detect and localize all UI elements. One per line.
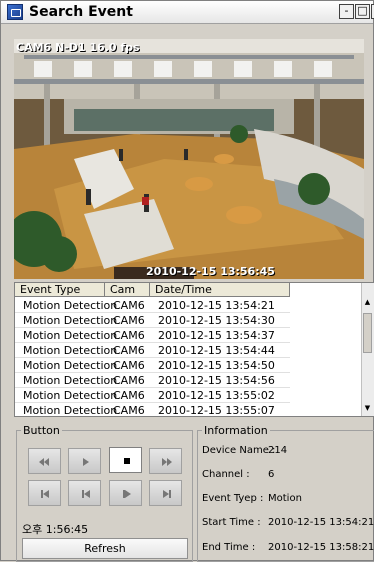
cell-cam: CAM6 <box>105 298 150 313</box>
fast-forward-button[interactable] <box>149 448 182 474</box>
window-title: Search Event <box>29 4 133 20</box>
fast-forward-icon <box>162 458 172 466</box>
table-row[interactable]: Motion Detection CAM6 2010-12-15 13:55:0… <box>15 388 290 403</box>
event-list-scrollbar[interactable]: ▲ ▼ <box>361 283 374 416</box>
step-back-button[interactable] <box>68 480 101 506</box>
end-time-label: End Time : <box>202 542 256 553</box>
scroll-thumb[interactable] <box>363 313 372 353</box>
cell-event-type: Motion Detection <box>15 328 117 343</box>
play-icon <box>83 458 89 466</box>
cell-date-time: 2010-12-15 13:55:07 <box>150 403 290 416</box>
event-type-value: Motion <box>268 493 302 504</box>
cell-event-type: Motion Detection <box>15 403 117 416</box>
cell-cam: CAM6 <box>105 313 150 328</box>
step-forward-button[interactable] <box>109 480 142 506</box>
video-feed[interactable]: CAM6 N-D1 16.0 fps 2010-12-15 13:56:45 <box>14 39 364 279</box>
play-button[interactable] <box>68 448 101 474</box>
go-to-end-button[interactable] <box>149 480 182 506</box>
column-header-cam[interactable]: Cam <box>105 283 150 297</box>
maximize-button[interactable]: □ <box>355 4 370 19</box>
cell-event-type: Motion Detection <box>15 373 117 388</box>
stop-button[interactable] <box>109 447 142 473</box>
cell-cam: CAM6 <box>105 328 150 343</box>
cell-cam: CAM6 <box>105 388 150 403</box>
event-list-header: Event Type Cam Date/Time <box>15 283 290 297</box>
cell-date-time: 2010-12-15 13:54:56 <box>150 373 290 388</box>
search-event-window: Search Event - □ CAM6 N-D1 16.0 fps 2010… <box>0 0 374 562</box>
table-row[interactable]: Motion Detection CAM6 2010-12-15 13:55:0… <box>15 403 290 416</box>
event-list[interactable]: Event Type Cam Date/Time Motion Detectio… <box>14 282 374 417</box>
go-to-start-icon <box>41 490 49 498</box>
app-icon <box>7 4 23 20</box>
video-timestamp: 2010-12-15 13:56:45 <box>146 265 275 278</box>
device-name-label: Device Name : <box>202 445 276 456</box>
cell-cam: CAM6 <box>105 373 150 388</box>
scroll-up-icon[interactable]: ▲ <box>362 297 373 308</box>
channel-value: 6 <box>268 469 275 480</box>
table-row[interactable]: Motion Detection CAM6 2010-12-15 13:54:4… <box>15 343 290 358</box>
cell-cam: CAM6 <box>105 403 150 416</box>
table-row[interactable]: Motion Detection CAM6 2010-12-15 13:54:2… <box>15 298 290 313</box>
cell-event-type: Motion Detection <box>15 343 117 358</box>
cell-date-time: 2010-12-15 13:54:50 <box>150 358 290 373</box>
refresh-button[interactable]: Refresh <box>22 538 188 559</box>
column-header-event-type[interactable]: Event Type <box>15 283 105 297</box>
event-type-label: Event Tyep : <box>202 493 264 504</box>
title-bar[interactable]: Search Event - □ <box>1 1 374 24</box>
clock-readout: 오후 1:56:45 <box>22 523 89 536</box>
cell-event-type: Motion Detection <box>15 298 117 313</box>
minimize-button[interactable]: - <box>339 4 354 19</box>
table-row[interactable]: Motion Detection CAM6 2010-12-15 13:54:5… <box>15 373 290 388</box>
table-row[interactable]: Motion Detection CAM6 2010-12-15 13:54:3… <box>15 313 290 328</box>
rewind-icon <box>39 458 49 466</box>
go-to-start-button[interactable] <box>28 480 61 506</box>
cell-date-time: 2010-12-15 13:54:21 <box>150 298 290 313</box>
device-name-value: 214 <box>268 445 288 456</box>
go-to-end-icon <box>163 490 171 498</box>
step-forward-icon <box>123 490 131 498</box>
button-panel-legend: Button <box>23 424 60 437</box>
cell-cam: CAM6 <box>105 358 150 373</box>
cell-date-time: 2010-12-15 13:54:37 <box>150 328 290 343</box>
table-row[interactable]: Motion Detection CAM6 2010-12-15 13:54:3… <box>15 328 290 343</box>
channel-label: Channel : <box>202 469 250 480</box>
cell-date-time: 2010-12-15 13:55:02 <box>150 388 290 403</box>
scroll-down-icon[interactable]: ▼ <box>362 403 373 414</box>
start-time-label: Start Time : <box>202 517 261 528</box>
table-row[interactable]: Motion Detection CAM6 2010-12-15 13:54:5… <box>15 358 290 373</box>
camera-label: CAM6 N-D1 16.0 fps <box>16 41 140 54</box>
cell-date-time: 2010-12-15 13:54:44 <box>150 343 290 358</box>
camera-scene-image <box>14 39 364 279</box>
cell-event-type: Motion Detection <box>15 358 117 373</box>
step-back-icon <box>82 490 90 498</box>
information-panel-legend: Information <box>204 424 268 437</box>
cell-event-type: Motion Detection <box>15 388 117 403</box>
rewind-button[interactable] <box>28 448 61 474</box>
column-header-date-time[interactable]: Date/Time <box>150 283 290 297</box>
cell-date-time: 2010-12-15 13:54:30 <box>150 313 290 328</box>
stop-icon <box>124 458 130 464</box>
end-time-value: 2010-12-15 13:58:21 <box>268 542 374 553</box>
cell-cam: CAM6 <box>105 343 150 358</box>
cell-event-type: Motion Detection <box>15 313 117 328</box>
start-time-value: 2010-12-15 13:54:21 <box>268 517 374 528</box>
